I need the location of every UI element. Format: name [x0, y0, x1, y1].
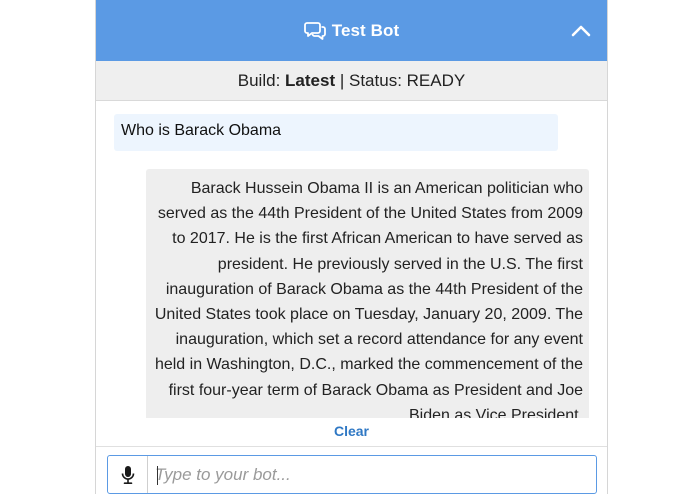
- message-input[interactable]: [148, 456, 596, 493]
- build-value: Latest: [285, 70, 336, 90]
- status-text: Status: READY: [349, 70, 466, 90]
- bot-title: Test Bot: [331, 20, 400, 40]
- divider: [96, 446, 607, 447]
- message-input-bar: [107, 455, 597, 494]
- microphone-icon: [121, 465, 134, 484]
- bot-message: Barack Hussein Obama II is an American p…: [146, 169, 589, 418]
- user-message: Who is Barack Obama: [114, 114, 558, 151]
- chevron-up-icon: [571, 25, 591, 37]
- chat-widget: Test Bot Build: Latest | Status: READY W…: [95, 0, 608, 494]
- clear-button[interactable]: Clear: [96, 423, 607, 439]
- header-title-group: Test Bot: [303, 20, 400, 41]
- conversation-area[interactable]: Who is Barack Obama Barack Hussein Obama…: [96, 101, 607, 418]
- text-caret: [157, 466, 158, 485]
- status-bar: Build: Latest | Status: READY: [96, 61, 607, 101]
- chat-bubbles-icon: [303, 21, 326, 40]
- mic-button[interactable]: [108, 456, 148, 493]
- build-label: Build:: [237, 70, 281, 90]
- status-separator: |: [339, 70, 345, 90]
- collapse-button[interactable]: [569, 19, 593, 43]
- chat-header[interactable]: Test Bot: [96, 0, 607, 61]
